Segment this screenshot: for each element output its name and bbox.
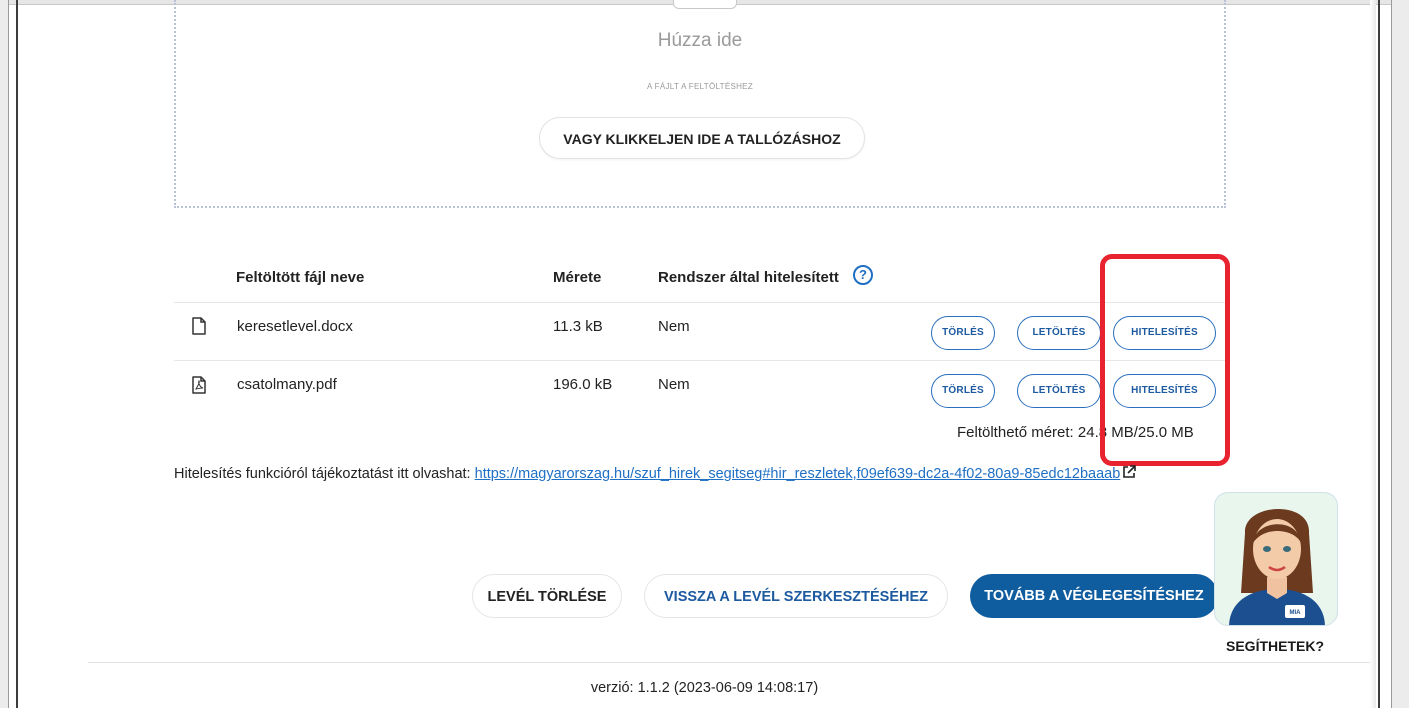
delete-file-button[interactable]: TÖRLÉS: [931, 374, 995, 408]
assistant-avatar[interactable]: MIA: [1214, 492, 1338, 626]
footer-divider: [88, 662, 1370, 663]
dropzone-subtitle: A FÁJLT A FELTÖLTÉSHEZ: [646, 82, 754, 91]
delete-letter-button[interactable]: LEVÉL TÖRLÉSE: [472, 574, 622, 618]
column-header-filename: Feltöltött fájl neve: [236, 269, 365, 286]
file-size: 196.0 kB: [553, 376, 613, 393]
assistant-badge: MIA: [1290, 610, 1302, 616]
help-icon[interactable]: ?: [853, 265, 873, 285]
dropzone-handle: [673, 0, 737, 9]
window-right-edge: [1391, 0, 1409, 708]
file-size: 11.3 kB: [553, 318, 603, 335]
certified-status: Nem: [658, 318, 690, 335]
info-text: Hitelesítés funkcióról tájékoztatást itt…: [174, 466, 475, 482]
info-link[interactable]: https://magyarorszag.hu/szuf_hirek_segit…: [475, 466, 1121, 482]
assistant-label[interactable]: SEGÍTHETEK?: [1226, 638, 1324, 654]
download-file-button[interactable]: LETÖLTÉS: [1017, 316, 1101, 350]
pdf-icon: [192, 376, 206, 394]
version-info: verzió: 1.1.2 (2023-06-09 14:08:17): [590, 680, 819, 696]
file-name: csatolmany.pdf: [237, 376, 337, 393]
table-divider: [174, 302, 1228, 303]
assistant-illustration: MIA: [1229, 508, 1325, 625]
delete-file-button[interactable]: TÖRLÉS: [931, 316, 995, 350]
dropzone-title: Húzza ide: [657, 30, 743, 51]
document-icon: [192, 317, 206, 335]
download-file-button[interactable]: LETÖLTÉS: [1017, 374, 1101, 408]
page-shadow: [1370, 0, 1376, 708]
column-header-size: Mérete: [553, 269, 602, 286]
authentication-info: Hitelesítés funkcióról tájékoztatást itt…: [174, 463, 1194, 485]
external-link-icon[interactable]: [1122, 465, 1137, 479]
back-to-edit-button[interactable]: VISSZA A LEVÉL SZERKESZTÉSÉHEZ: [644, 574, 948, 618]
highlight-box: [1100, 254, 1230, 466]
certified-status: Nem: [658, 376, 690, 393]
file-name: keresetlevel.docx: [237, 318, 353, 335]
file-dropzone[interactable]: Húzza ide A FÁJLT A FELTÖLTÉSHEZ VAGY KL…: [174, 0, 1226, 208]
browse-button[interactable]: VAGY KLIKKELJEN IDE A TALLÓZÁSHOZ: [539, 117, 865, 159]
continue-to-finalize-button[interactable]: TOVÁBB A VÉGLEGESÍTÉSHEZ: [970, 574, 1218, 618]
window-left-edge: [0, 0, 9, 708]
column-header-certified: Rendszer által hitelesített: [658, 269, 839, 286]
table-divider: [174, 360, 1228, 361]
